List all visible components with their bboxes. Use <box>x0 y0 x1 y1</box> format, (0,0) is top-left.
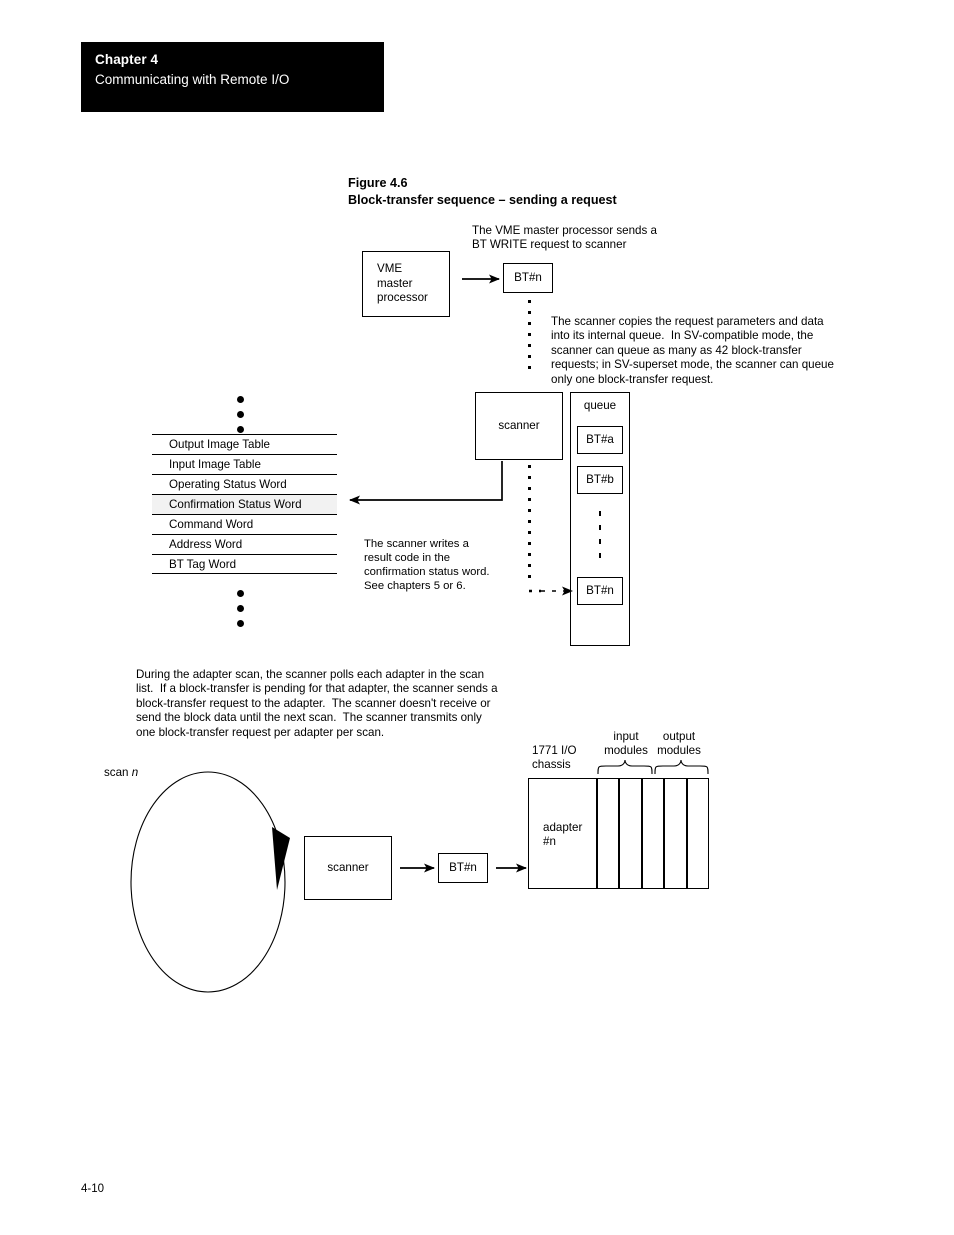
brace-input-modules <box>597 759 653 775</box>
dotted-path-upper <box>528 300 531 377</box>
chassis-divider <box>641 779 643 888</box>
image-table-row: Input Image Table <box>152 454 337 474</box>
chapter-subtitle: Communicating with Remote I/O <box>95 72 290 87</box>
adapter-label: adapter #n <box>543 821 583 849</box>
image-table-ellipsis-bottom <box>237 590 245 635</box>
image-table-row: Command Word <box>152 514 337 534</box>
image-table-row: BT Tag Word <box>152 554 337 574</box>
queue-item-box: BT#b <box>577 466 623 494</box>
result-code-annotation: The scanner writes a result code in the … <box>364 538 490 592</box>
input-modules-label: input modules <box>604 730 648 758</box>
queue-label: queue <box>583 399 617 412</box>
chapter-header-band: Chapter 4 Communicating with Remote I/O <box>81 42 384 112</box>
chapter-label: Chapter 4 <box>95 52 159 67</box>
image-table-row: Operating Status Word <box>152 474 337 494</box>
queue-annotation: The scanner copies the request parameter… <box>551 315 834 386</box>
scan-cycle-arrowhead <box>272 827 290 890</box>
image-table-row: Output Image Table <box>152 434 337 454</box>
figure-caption: Figure 4.6 Block-transfer sequence – sen… <box>348 175 617 209</box>
chassis-divider <box>618 779 620 888</box>
arrow-scanner-to-image-table <box>349 461 503 505</box>
figure-number: Figure 4.6 <box>348 176 408 190</box>
chassis-label: 1771 I/O chassis <box>532 744 577 772</box>
image-table-row-confirmation-status-word: Confirmation Status Word <box>152 494 337 514</box>
bt-request-box-bottom: BT#n <box>438 853 488 883</box>
vme-annotation: The VME master processor sends a BT WRIT… <box>472 224 657 252</box>
dotted-path-lower <box>528 465 531 586</box>
image-table: Output Image Table Input Image Table Ope… <box>152 434 337 574</box>
scanner-box-top: scanner <box>475 392 563 460</box>
chassis-divider <box>686 779 688 888</box>
scan-cycle-label: scan n <box>104 766 139 779</box>
brace-output-modules <box>654 759 709 775</box>
scan-cycle-ellipse <box>130 771 286 993</box>
chassis-divider <box>663 779 665 888</box>
adapter-scan-annotation: During the adapter scan, the scanner pol… <box>136 668 498 739</box>
bt-request-box-top: BT#n <box>503 263 553 293</box>
figure-title: Block-transfer sequence – sending a requ… <box>348 193 617 207</box>
page-number: 4-10 <box>81 1183 105 1195</box>
queue-item-box: BT#a <box>577 426 623 454</box>
output-modules-label: output modules <box>657 730 701 758</box>
image-table-row: Address Word <box>152 534 337 554</box>
vme-master-processor-box: VME master processor <box>362 251 450 317</box>
scanner-box-bottom: scanner <box>304 836 392 900</box>
chassis-divider <box>596 779 598 888</box>
queue-ellipsis <box>599 511 601 567</box>
document-page: Chapter 4 Communicating with Remote I/O … <box>0 0 954 1235</box>
queue-item-box: BT#n <box>577 577 623 605</box>
